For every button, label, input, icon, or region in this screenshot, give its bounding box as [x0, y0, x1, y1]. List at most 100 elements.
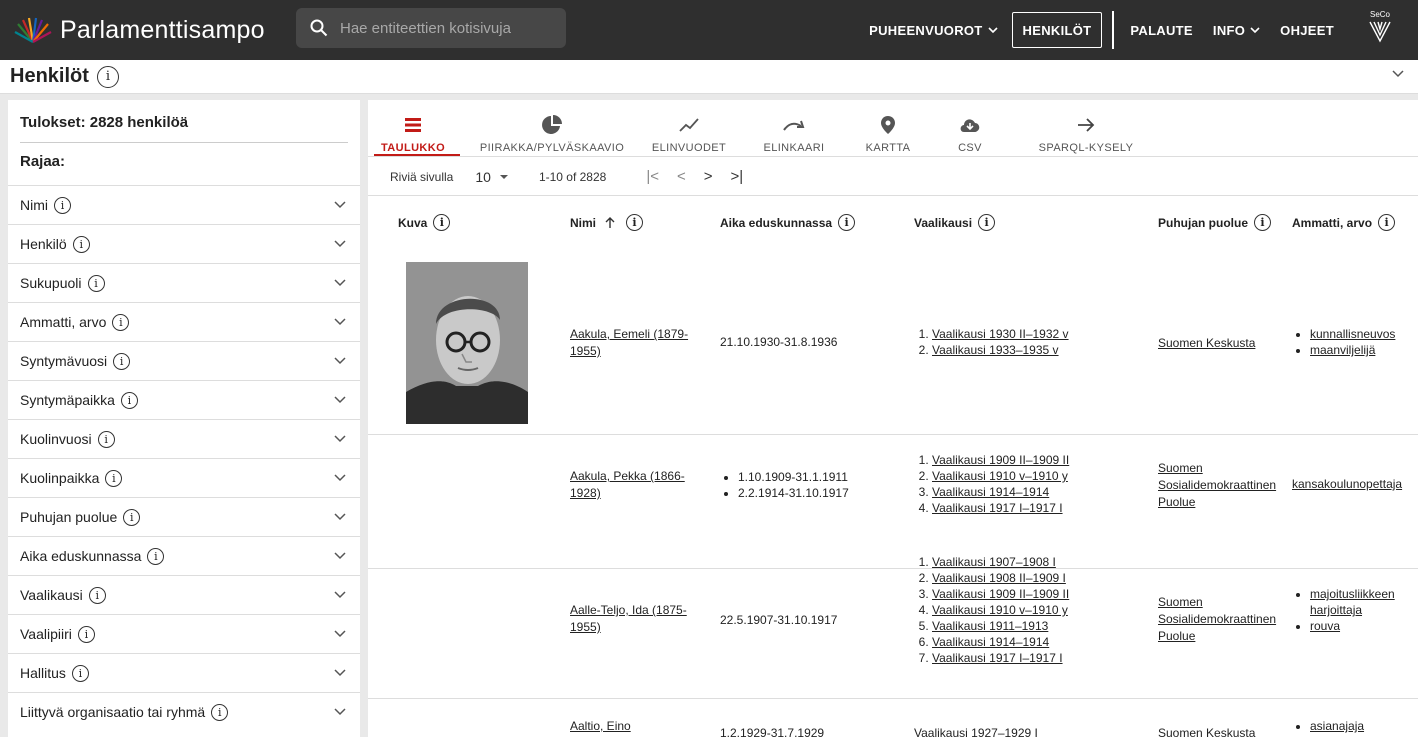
nav-info[interactable]: INFO	[1207, 23, 1266, 38]
ammatti-link[interactable]: kunnallisneuvos	[1310, 327, 1395, 341]
tab-elinvuodet[interactable]: ELINVUODET	[652, 100, 726, 154]
info-icon[interactable]: i	[77, 625, 95, 643]
facet-item[interactable]: Henkilö i	[8, 224, 360, 263]
search-input[interactable]	[338, 18, 562, 38]
chevron-down-icon[interactable]	[334, 435, 346, 443]
tab-piirakka[interactable]: PIIRAKKA/PYLVÄSKAAVIO	[472, 100, 632, 154]
chevron-down-icon[interactable]	[334, 357, 346, 365]
info-icon[interactable]: i	[211, 703, 229, 721]
chevron-down-icon[interactable]	[1392, 70, 1404, 78]
tab-elinkaari[interactable]: ELINKAARI	[758, 100, 830, 154]
first-page-button[interactable]: |<	[646, 168, 659, 185]
ammatti-link[interactable]: asianajaja	[1310, 719, 1364, 733]
seco-logo[interactable]: SeCo	[1362, 10, 1398, 50]
facet-item[interactable]: Vaalikausi i	[8, 575, 360, 614]
chevron-down-icon[interactable]	[334, 279, 346, 287]
facet-item[interactable]: Kuolinpaikka i	[8, 458, 360, 497]
facet-item[interactable]: Liittyvä organisaatio tai ryhmä i	[8, 692, 360, 731]
chevron-down-icon[interactable]	[334, 474, 346, 482]
column-header-kuva[interactable]: Kuva i	[398, 214, 451, 231]
chevron-down-icon[interactable]	[334, 708, 346, 716]
info-icon[interactable]: i	[54, 196, 71, 214]
ammatti-link[interactable]: maanviljelijä	[1310, 343, 1375, 357]
vaalikausi-link[interactable]: Vaalikausi 1933–1935 v	[932, 343, 1059, 357]
info-icon[interactable]: i	[113, 352, 131, 370]
vaalikausi-link[interactable]: Vaalikausi 1909 II–1909 II	[932, 453, 1069, 467]
column-header-puolue[interactable]: Puhujan puolue i	[1158, 214, 1271, 231]
vaalikausi-link[interactable]: Vaalikausi 1914–1914	[932, 635, 1049, 649]
facet-item[interactable]: Sukupuoli i	[8, 263, 360, 302]
chevron-down-icon[interactable]	[334, 669, 346, 677]
ammatti-link[interactable]: rouva	[1310, 619, 1340, 633]
chevron-down-icon[interactable]	[334, 318, 346, 326]
facet-item[interactable]: Hallitus i	[8, 653, 360, 692]
nav-henkilot[interactable]: HENKILÖT	[1011, 12, 1103, 48]
nav-palaute[interactable]: PALAUTE	[1124, 23, 1199, 38]
vaalikausi-link[interactable]: Vaalikausi 1911–1913	[932, 619, 1048, 633]
vaalikausi-link[interactable]: Vaalikausi 1930 II–1932 v	[932, 327, 1069, 341]
chevron-down-icon[interactable]	[334, 552, 346, 560]
chevron-down-icon[interactable]	[334, 513, 346, 521]
ammatti-link[interactable]: majoitusliikkeen harjoittaja	[1310, 587, 1395, 617]
vaalikausi-link[interactable]: Vaalikausi 1907–1908 I	[932, 555, 1056, 569]
chevron-down-icon[interactable]	[334, 396, 346, 404]
vaalikausi-link[interactable]: Vaalikausi 1909 II–1909 II	[932, 587, 1069, 601]
info-icon[interactable]: i	[978, 214, 996, 231]
facet-item[interactable]: Syntymävuosi i	[8, 341, 360, 380]
info-icon[interactable]: i	[87, 274, 105, 292]
info-icon[interactable]: i	[97, 430, 115, 448]
puolue-link[interactable]: Suomen Sosialidemokraattinen Puolue	[1158, 461, 1276, 509]
tab-csv[interactable]: CSV	[950, 100, 990, 154]
chevron-down-icon[interactable]	[334, 591, 346, 599]
person-link[interactable]: Aaltio, Eino	[570, 719, 631, 733]
next-page-button[interactable]: >	[704, 168, 713, 185]
column-header-vaalikausi[interactable]: Vaalikausi i	[914, 214, 996, 231]
nav-ohjeet[interactable]: OHJEET	[1274, 23, 1340, 38]
info-icon[interactable]: i	[120, 391, 138, 409]
info-icon[interactable]: i	[88, 586, 106, 604]
facet-item[interactable]: Nimi i	[8, 185, 360, 224]
ammatti-link[interactable]: kansakoulunopettaja	[1292, 477, 1402, 491]
prev-page-button[interactable]: <	[677, 168, 686, 185]
person-link[interactable]: Aakula, Pekka (1866-1928)	[570, 469, 685, 500]
vaalikausi-link[interactable]: Vaalikausi 1910 v–1910 y	[932, 603, 1068, 617]
info-icon[interactable]: i	[433, 214, 451, 231]
facet-item[interactable]: Syntymäpaikka i	[8, 380, 360, 419]
vaalikausi-link[interactable]: Vaalikausi 1917 I–1917 I	[932, 651, 1063, 665]
vaalikausi-link[interactable]: Vaalikausi 1914–1914	[932, 485, 1049, 499]
info-icon[interactable]: i	[1254, 214, 1271, 231]
chevron-down-icon[interactable]	[334, 240, 346, 248]
info-icon[interactable]: i	[147, 547, 165, 565]
vaalikausi-link[interactable]: Vaalikausi 1917 I–1917 I	[932, 501, 1063, 515]
last-page-button[interactable]: >|	[731, 168, 744, 185]
info-icon[interactable]: i	[123, 508, 141, 526]
facet-item[interactable]: Puhujan puolue i	[8, 497, 360, 536]
search-box[interactable]	[296, 8, 566, 48]
vaalikausi-link[interactable]: Vaalikausi 1908 II–1909 I	[932, 571, 1066, 585]
column-header-ammatti[interactable]: Ammatti, arvo i	[1292, 214, 1396, 231]
chevron-down-icon[interactable]	[334, 201, 346, 209]
info-icon[interactable]: i	[72, 235, 90, 253]
person-link[interactable]: Aakula, Eemeli (1879-1955)	[570, 327, 688, 358]
info-icon[interactable]: i	[105, 469, 123, 487]
tab-taulukko[interactable]: TAULUKKO	[381, 100, 445, 154]
vaalikausi-link[interactable]: Vaalikausi 1910 v–1910 y	[932, 469, 1068, 483]
nav-puheenvuorot[interactable]: PUHEENVUOROT	[863, 23, 1003, 38]
app-logo[interactable]: Parlamenttisampo	[14, 16, 265, 45]
sort-ascending-icon[interactable]	[604, 216, 616, 229]
facet-item[interactable]: Vaalipiiri i	[8, 614, 360, 653]
info-icon[interactable]: i	[71, 664, 89, 682]
puolue-link[interactable]: Suomen Keskusta	[1158, 336, 1255, 350]
info-icon[interactable]: i	[96, 65, 119, 88]
person-link[interactable]: Aalle-Teljo, Ida (1875-1955)	[570, 603, 687, 634]
info-icon[interactable]: i	[626, 214, 644, 231]
info-icon[interactable]: i	[112, 313, 130, 331]
facet-item[interactable]: Ammatti, arvo i	[8, 302, 360, 341]
info-icon[interactable]: i	[1378, 214, 1396, 231]
facet-item[interactable]: Aika eduskunnassa i	[8, 536, 360, 575]
column-header-aika[interactable]: Aika eduskunnassa i	[720, 214, 856, 231]
column-header-nimi[interactable]: Nimi i	[570, 214, 644, 231]
tab-sparql[interactable]: SPARQL-KYSELY	[1036, 100, 1136, 154]
chevron-down-icon[interactable]	[334, 630, 346, 638]
rows-per-page-select[interactable]: 10	[475, 169, 509, 185]
